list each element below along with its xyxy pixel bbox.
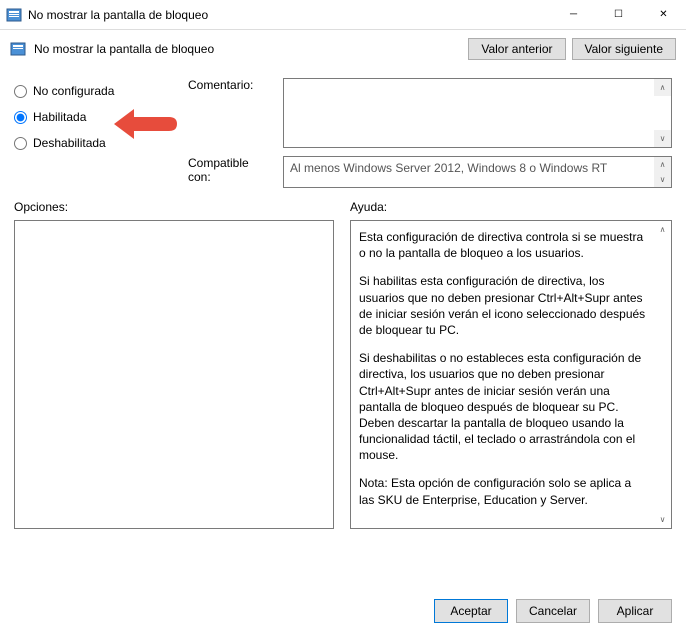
cancel-button[interactable]: Cancelar	[516, 599, 590, 623]
radio-not-configured[interactable]: No configurada	[14, 84, 174, 98]
options-box	[14, 220, 334, 529]
next-value-button[interactable]: Valor siguiente	[572, 38, 677, 60]
radio-not-configured-input[interactable]	[14, 85, 27, 98]
comment-label: Comentario:	[188, 78, 273, 148]
subtitle-row: No mostrar la pantalla de bloqueo Valor …	[0, 30, 686, 68]
minimize-button[interactable]: ─	[551, 0, 596, 30]
options-label: Opciones:	[14, 200, 334, 214]
ok-button[interactable]: Aceptar	[434, 599, 508, 623]
scroll-down-icon[interactable]: ∨	[654, 130, 671, 147]
help-paragraph: Si deshabilitas o no estableces esta con…	[359, 350, 649, 463]
radio-disabled[interactable]: Deshabilitada	[14, 136, 174, 150]
previous-value-button[interactable]: Valor anterior	[468, 38, 565, 60]
help-label: Ayuda:	[350, 200, 672, 214]
help-paragraph: Esta configuración de directiva controla…	[359, 229, 649, 261]
dialog-footer: Aceptar Cancelar Aplicar	[434, 599, 672, 623]
policy-icon	[10, 41, 26, 57]
comment-textarea[interactable]: ∧ ∨	[283, 78, 672, 148]
window-title: No mostrar la pantalla de bloqueo	[28, 8, 551, 22]
scroll-down-icon[interactable]: ∨	[654, 172, 671, 187]
help-box: Esta configuración de directiva controla…	[350, 220, 672, 529]
help-paragraph: Si habilitas esta configuración de direc…	[359, 273, 649, 338]
radio-disabled-input[interactable]	[14, 137, 27, 150]
radio-enabled-input[interactable]	[14, 111, 27, 124]
scroll-up-icon[interactable]: ∧	[654, 221, 671, 238]
compatible-field: Al menos Windows Server 2012, Windows 8 …	[283, 156, 672, 188]
radio-enabled-label: Habilitada	[33, 110, 86, 124]
titlebar: No mostrar la pantalla de bloqueo ─ ☐ ✕	[0, 0, 686, 30]
apply-button[interactable]: Aplicar	[598, 599, 672, 623]
compatible-label: Compatible con:	[188, 156, 273, 184]
radio-not-configured-label: No configurada	[33, 84, 114, 98]
scroll-up-icon[interactable]: ∧	[654, 79, 671, 96]
maximize-button[interactable]: ☐	[596, 0, 641, 30]
compatible-value: Al menos Windows Server 2012, Windows 8 …	[284, 157, 671, 179]
help-paragraph: Nota: Esta opción de configuración solo …	[359, 475, 649, 507]
scroll-down-icon[interactable]: ∨	[654, 511, 671, 528]
radio-disabled-label: Deshabilitada	[33, 136, 106, 150]
scroll-up-icon[interactable]: ∧	[654, 157, 671, 172]
policy-icon	[6, 7, 22, 23]
close-button[interactable]: ✕	[641, 0, 686, 30]
radio-enabled[interactable]: Habilitada	[14, 110, 174, 124]
policy-name: No mostrar la pantalla de bloqueo	[34, 42, 468, 56]
